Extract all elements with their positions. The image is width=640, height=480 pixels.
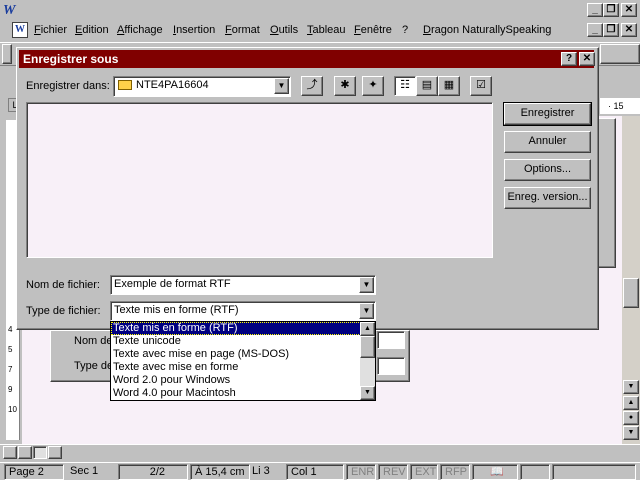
menu-edition[interactable]: Edition (75, 24, 109, 36)
filetype-option[interactable]: Texte unicode (111, 335, 361, 348)
ruler-mark: 7 (8, 365, 13, 374)
menu-affichage[interactable]: Affichage (117, 24, 163, 36)
menu-fichier[interactable]: Fichier (34, 24, 67, 36)
app-minimize-button[interactable]: _ (587, 3, 603, 17)
status-page: Page 2 (4, 464, 64, 480)
scroll-down-icon[interactable]: ▼ (360, 386, 375, 400)
menu-dragon[interactable]: Dragon NaturallySpeaking (423, 24, 551, 36)
next-page-button[interactable]: ▼ (623, 426, 639, 440)
toolbar-fragment-right (600, 44, 640, 64)
vertical-ruler-marks: 4 5 7 9 10 (8, 325, 18, 425)
doc-close-button[interactable]: ✕ (621, 23, 637, 37)
list-view-icon[interactable]: ☷ (394, 76, 416, 96)
cancel-button[interactable]: Annuler (504, 131, 591, 153)
dropdown-scrollbar[interactable]: ▲ ▼ (360, 322, 375, 400)
chevron-down-icon[interactable]: ▼ (359, 277, 374, 293)
menu-insertion[interactable]: Insertion (173, 24, 215, 36)
chevron-down-icon[interactable]: ▼ (359, 303, 374, 319)
properties-view-icon[interactable]: ▦ (438, 76, 460, 96)
save-in-value: NTE4PA16604 (136, 79, 209, 91)
doc-icon[interactable]: W (12, 22, 28, 38)
page-view-button[interactable] (33, 446, 47, 459)
dialog-title: Enregistrer sous (19, 50, 594, 68)
filetype-option[interactable]: Texte mis en forme (RTF) (111, 322, 361, 335)
status-enr[interactable]: ENR (346, 464, 376, 480)
view-buttons-bar (0, 444, 640, 462)
desktop-icon[interactable]: ✱ (334, 76, 356, 96)
ruler-mark: 9 (8, 385, 13, 394)
new-folder-icon[interactable]: ✦ (362, 76, 384, 96)
spelling-status-icon[interactable]: 📖 (472, 464, 518, 480)
status-rfp[interactable]: RFP (440, 464, 470, 480)
ruler-right: · 15 (600, 98, 640, 114)
filetype-label: Type de fichier: (26, 305, 101, 317)
ruler-mark: 5 (8, 345, 13, 354)
status-empty-1 (520, 464, 550, 480)
ruler-mark: 10 (8, 405, 17, 414)
filetype-option[interactable]: Texte avec mise en page (MS-DOS) (111, 348, 361, 361)
app-icon: W (3, 3, 16, 18)
dialog-close-button[interactable]: ✕ (579, 52, 595, 66)
web-view-button[interactable] (18, 446, 32, 459)
folder-icon (118, 80, 132, 90)
filetype-option[interactable]: Word 2.0 pour Windows (111, 374, 361, 387)
dropdown-scroll-thumb[interactable] (360, 336, 375, 358)
doc-restore-button[interactable]: ❐ (603, 23, 619, 37)
menu-outils[interactable]: Outils (270, 24, 298, 36)
background-dialog-right (598, 118, 616, 268)
filename-input[interactable]: Exemple de format RTF ▼ (110, 275, 376, 295)
doc-minimize-button[interactable]: _ (587, 23, 603, 37)
save-in-select[interactable]: NTE4PA16604 ▼ (113, 76, 291, 97)
save-button[interactable]: Enregistrer (503, 102, 592, 126)
status-column: Col 1 (286, 464, 344, 480)
filetype-option[interactable]: Word 4.0 pour Macintosh (111, 387, 361, 400)
scroll-down-button[interactable]: ▼ (623, 380, 639, 394)
save-version-button[interactable]: Enreg. version... (504, 187, 591, 209)
details-view-icon[interactable]: ▤ (416, 76, 438, 96)
options-button[interactable]: Options... (504, 159, 591, 181)
status-position: À 15,4 cm (190, 464, 250, 480)
menu-fenetre[interactable]: Fenêtre (354, 24, 392, 36)
background-filename-label: Nom de (74, 335, 113, 347)
menu-format[interactable]: Format (225, 24, 260, 36)
filename-value: Exemple de format RTF (114, 278, 231, 290)
file-list[interactable] (26, 102, 493, 258)
main-title-bar (0, 0, 640, 20)
app-close-button[interactable]: ✕ (621, 3, 637, 17)
scroll-up-icon[interactable]: ▲ (360, 322, 375, 336)
status-ext[interactable]: EXT (410, 464, 438, 480)
normal-view-button[interactable] (3, 446, 17, 459)
chevron-down-icon[interactable]: ▼ (274, 78, 289, 94)
background-dropdown-2 (377, 357, 405, 375)
filetype-value: Texte mis en forme (RTF) (114, 304, 239, 316)
filetype-select[interactable]: Texte mis en forme (RTF) ▼ (110, 301, 376, 321)
status-empty-2 (552, 464, 636, 480)
save-in-label: Enregistrer dans: (26, 80, 110, 92)
menu-help[interactable]: ? (402, 24, 408, 36)
outline-view-button[interactable] (48, 446, 62, 459)
status-line: Li 3 (252, 465, 270, 477)
dialog-help-button[interactable]: ? (561, 52, 577, 66)
up-folder-icon[interactable]: ⤴ (301, 76, 323, 96)
status-rev[interactable]: REV (378, 464, 408, 480)
prev-page-button[interactable]: ▲ (623, 396, 639, 410)
menu-tableau[interactable]: Tableau (307, 24, 346, 36)
browse-object-button[interactable]: ● (623, 411, 639, 425)
app-restore-button[interactable]: ❐ (603, 3, 619, 17)
filetype-dropdown-list[interactable]: Texte mis en forme (RTF) Texte unicode T… (110, 321, 376, 401)
ruler-number: 15 (613, 101, 624, 111)
filetype-option[interactable]: Texte avec mise en forme (111, 361, 361, 374)
status-section: Sec 1 (70, 465, 99, 477)
status-pages: 2/2 (118, 464, 188, 480)
background-filetype-label: Type de (74, 360, 114, 372)
commands-icon[interactable]: ☑ (470, 76, 492, 96)
background-dropdown-1 (377, 331, 405, 349)
filename-label: Nom de fichier: (26, 279, 100, 291)
scroll-thumb[interactable] (623, 278, 639, 308)
toolbar-handle (2, 44, 12, 64)
